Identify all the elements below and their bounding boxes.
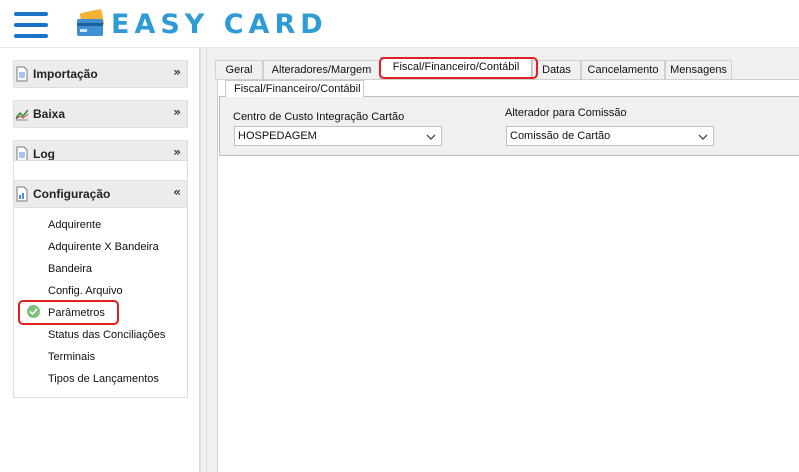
chevron-down-icon	[426, 132, 436, 140]
tab-content: Centro de Custo Integração Cartão HOSPED…	[217, 79, 799, 472]
chevron-down-icon	[698, 132, 708, 140]
main-panel: Geral Alteradores/Margem Fiscal/Financei…	[215, 48, 799, 472]
alterador-value: Comissão de Cartão	[510, 130, 611, 142]
alterador-label: Alterador para Comissão	[505, 107, 627, 119]
menu-group-label: Configuração	[33, 187, 111, 201]
sidebar-item-bandeira[interactable]: Bandeira	[48, 263, 92, 275]
alterador-select[interactable]: Comissão de Cartão	[506, 126, 714, 146]
tab-alteradores-margem[interactable]: Alteradores/Margem	[263, 60, 380, 79]
credit-card-icon	[75, 9, 107, 39]
header: EASY CARD	[0, 0, 799, 48]
sidebar-item-terminais[interactable]: Terminais	[48, 351, 95, 363]
subtab-fiscal-financeiro-contabil[interactable]: Fiscal/Financeiro/Contábil	[225, 80, 364, 97]
sidebar-item-config-arquivo[interactable]: Config. Arquivo	[48, 285, 123, 297]
highlight-active-tab	[379, 57, 538, 79]
sidebar-item-tipos-lancamentos[interactable]: Tipos de Lançamentos	[48, 373, 159, 385]
menu-group-configuracao[interactable]: Configuração «	[13, 180, 188, 208]
app-window: EASY CARD Importação » Baixa » Log » Con…	[0, 0, 799, 472]
menu-group-importacao[interactable]: Importação »	[13, 60, 188, 88]
menu-group-baixa[interactable]: Baixa »	[13, 100, 188, 128]
chevron-down-icon[interactable]: »	[173, 65, 181, 79]
menu-group-label: Importação	[33, 67, 98, 81]
highlight-parametros	[18, 300, 119, 325]
tab-mensagens[interactable]: Mensagens	[665, 60, 732, 79]
chart-line-icon	[15, 106, 29, 122]
sidebar-item-adquirente[interactable]: Adquirente	[48, 219, 101, 231]
chevron-down-icon[interactable]: »	[173, 105, 181, 119]
tab-cancelamento[interactable]: Cancelamento	[581, 60, 665, 79]
subtab-panel: Centro de Custo Integração Cartão HOSPED…	[219, 96, 799, 156]
document-icon	[15, 66, 29, 82]
chevron-up-icon[interactable]: «	[173, 185, 181, 199]
report-icon	[15, 186, 29, 202]
centro-custo-value: HOSPEDAGEM	[238, 130, 317, 142]
menu-group-label: Log	[33, 147, 55, 161]
tab-datas[interactable]: Datas	[532, 60, 581, 79]
splitter-line	[206, 48, 207, 472]
centro-custo-label: Centro de Custo Integração Cartão	[233, 111, 405, 123]
app-title: EASY CARD	[111, 9, 328, 40]
centro-custo-select[interactable]: HOSPEDAGEM	[234, 126, 442, 146]
hamburger-icon[interactable]	[14, 11, 48, 39]
chevron-down-icon[interactable]: »	[173, 145, 181, 159]
sidebar-item-adquirente-x-bandeira[interactable]: Adquirente X Bandeira	[48, 241, 159, 253]
tab-geral[interactable]: Geral	[215, 60, 263, 79]
splitter[interactable]	[200, 48, 215, 472]
sidebar-item-status-conciliacoes[interactable]: Status das Conciliações	[48, 329, 165, 341]
menu-group-label: Baixa	[33, 107, 66, 121]
